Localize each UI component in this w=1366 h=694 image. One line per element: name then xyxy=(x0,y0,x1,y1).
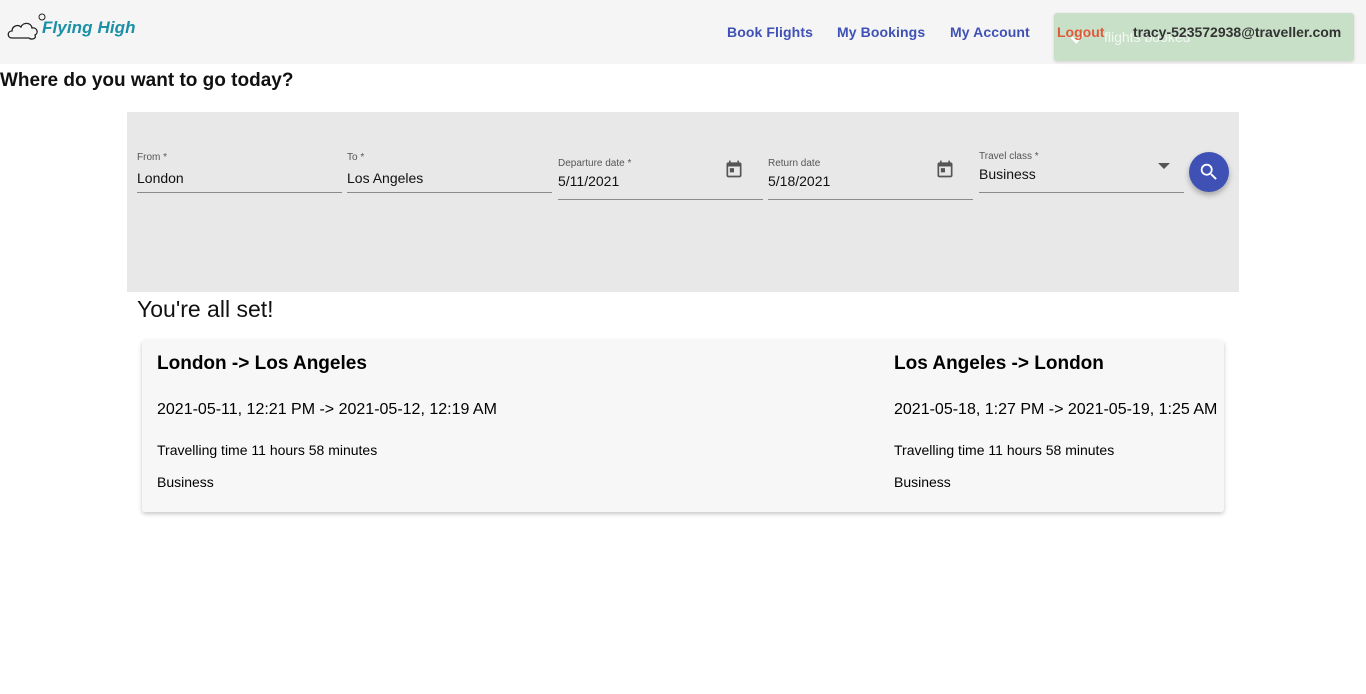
return-value: 5/18/2021 xyxy=(768,173,831,189)
inbound-times: 2021-05-18, 1:27 PM -> 2021-05-19, 1:25 … xyxy=(894,401,1218,418)
flight-search-form: From * London To * Los Angeles Departure… xyxy=(127,112,1239,292)
nav-book-flights[interactable]: Book Flights xyxy=(727,24,813,40)
inbound-route: Los Angeles -> London xyxy=(894,353,1104,374)
top-app-bar: Flying High Book Flights My Bookings My … xyxy=(0,0,1366,64)
logout-link[interactable]: Logout xyxy=(1057,24,1104,40)
outbound-class: Business xyxy=(157,474,214,490)
app-name: Flying High xyxy=(42,18,136,37)
departure-value: 5/11/2021 xyxy=(558,173,620,189)
travel-class-value: Business xyxy=(979,166,1036,182)
confirmation-title: You're all set! xyxy=(137,296,274,322)
page-headline: Where do you want to go today? xyxy=(0,70,294,91)
outbound-times: 2021-05-11, 12:21 PM -> 2021-05-12, 12:1… xyxy=(157,401,497,418)
travel-class-select[interactable]: Travel class * Business xyxy=(979,150,1184,193)
nav-my-account[interactable]: My Account xyxy=(950,24,1030,40)
to-label: To * xyxy=(347,152,365,163)
inbound-class: Business xyxy=(894,474,951,490)
to-value: Los Angeles xyxy=(347,170,424,186)
chevron-down-icon xyxy=(1158,163,1170,169)
cloud-icon xyxy=(7,13,46,40)
to-field[interactable]: To * Los Angeles xyxy=(347,150,552,193)
search-button[interactable] xyxy=(1189,152,1229,192)
travel-class-label: Travel class * xyxy=(979,151,1039,162)
from-label: From * xyxy=(137,152,167,163)
return-date-field[interactable]: Return date 5/18/2021 xyxy=(768,156,973,200)
calendar-icon[interactable] xyxy=(935,159,955,179)
from-value: London xyxy=(137,170,184,186)
booking-summary-card: London -> Los Angeles 2021-05-11, 12:21 … xyxy=(142,340,1224,512)
calendar-icon[interactable] xyxy=(724,159,744,179)
user-email: tracy-523572938@traveller.com xyxy=(1133,24,1342,40)
departure-date-field[interactable]: Departure date * 5/11/2021 xyxy=(558,156,763,200)
outbound-duration: Travelling time 11 hours 58 minutes xyxy=(157,442,378,458)
return-label: Return date xyxy=(768,158,821,169)
departure-label: Departure date * xyxy=(558,158,632,169)
search-icon xyxy=(1200,163,1217,180)
outbound-route: London -> Los Angeles xyxy=(157,353,367,374)
inbound-duration: Travelling time 11 hours 58 minutes xyxy=(894,442,1115,458)
nav-my-bookings[interactable]: My Bookings xyxy=(837,24,925,40)
app-logo[interactable]: Flying High xyxy=(6,10,146,44)
from-field[interactable]: From * London xyxy=(137,150,342,193)
